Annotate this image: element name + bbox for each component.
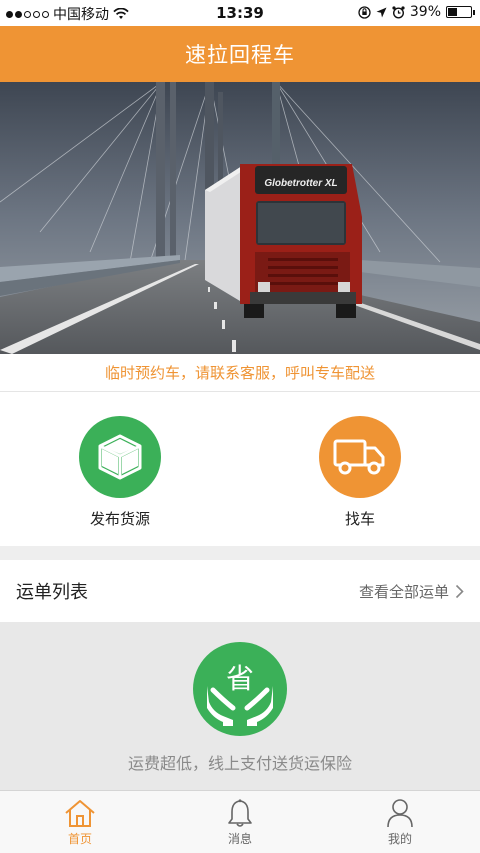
user-icon: [387, 799, 413, 828]
battery-percentage: 39%: [409, 4, 441, 20]
tab-messages-label: 消息: [227, 832, 252, 846]
tab-messages[interactable]: 消息: [160, 791, 320, 853]
tab-home-label: 首页: [67, 832, 92, 846]
publish-cargo-button[interactable]: 发布货源: [0, 392, 240, 546]
home-icon: [65, 800, 95, 827]
rotation-lock-icon: [358, 5, 371, 19]
order-list-title: 运单列表: [16, 582, 88, 603]
page-title: 速拉回程车: [185, 43, 295, 67]
alarm-icon: [392, 5, 405, 19]
location-arrow-icon: [376, 7, 387, 17]
battery-icon: [446, 6, 475, 18]
savings-hands-icon: 省: [193, 642, 287, 736]
order-list-header: 运单列表 查看全部运单: [0, 560, 480, 622]
section-divider: [0, 546, 480, 560]
find-truck-label: 找车: [344, 510, 375, 528]
notice-text: 临时预约车，请联系客服，呼叫专车配送: [104, 364, 375, 382]
bottom-tab-bar: 首页 消息 我的: [0, 790, 480, 853]
chevron-right-icon: [455, 584, 464, 598]
find-truck-button[interactable]: 找车: [240, 392, 480, 546]
status-indicators: 39%: [358, 4, 475, 20]
banner-image[interactable]: Globetrotter XL: [0, 82, 480, 354]
tab-profile[interactable]: 我的: [320, 791, 480, 853]
truck-icon: [319, 416, 401, 498]
promo-text: 运费超低，线上支付送货运保险: [127, 754, 352, 773]
view-all-orders-link[interactable]: 查看全部运单: [359, 581, 464, 602]
bell-icon: [228, 799, 252, 827]
cube-icon: [79, 416, 161, 498]
tab-home[interactable]: 首页: [0, 791, 160, 853]
promo-section: 省 运费超低，线上支付送货运保险: [0, 622, 480, 790]
status-bar: 中国移动 13:39 39%: [0, 0, 480, 26]
view-all-orders-label: 查看全部运单: [358, 582, 449, 601]
quick-actions: 发布货源 找车: [0, 392, 480, 546]
app-header: 速拉回程车: [0, 26, 480, 82]
truck-brand-text: Globetrotter XL: [264, 178, 337, 189]
savings-badge-text: 省: [225, 662, 254, 695]
booking-notice: 临时预约车，请联系客服，呼叫专车配送: [0, 354, 480, 392]
publish-cargo-label: 发布货源: [89, 510, 150, 528]
tab-profile-label: 我的: [387, 832, 412, 846]
